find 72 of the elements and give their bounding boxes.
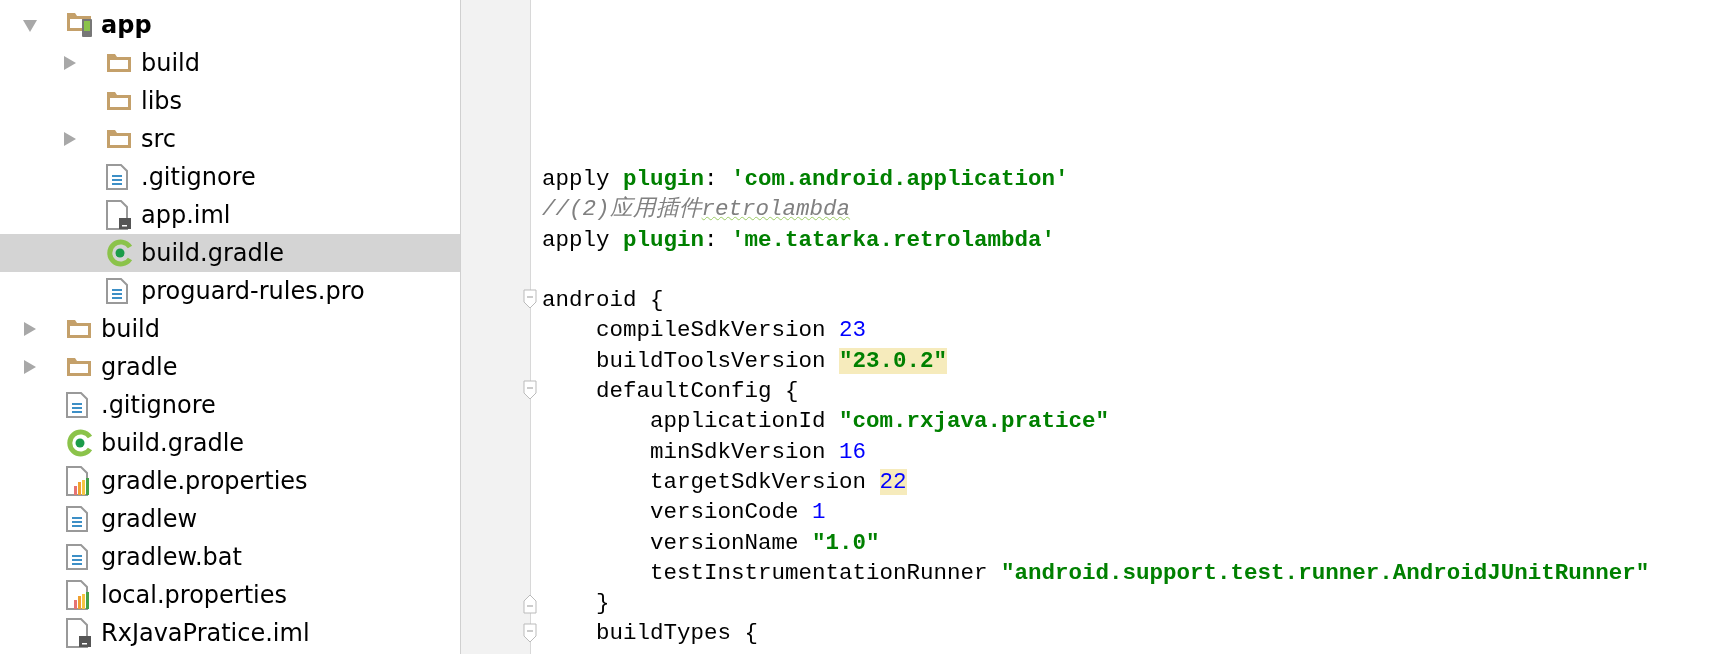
text-file-icon — [106, 278, 128, 304]
tree-item[interactable]: .gitignore — [0, 386, 460, 424]
tree-item-label: src — [141, 124, 177, 155]
tree-item-label: local.properties — [101, 580, 288, 611]
tree-item[interactable]: build.gradle — [0, 234, 460, 272]
text-file-icon — [66, 392, 88, 418]
module-file-icon — [66, 618, 92, 648]
tree-item-label: build.gradle — [141, 238, 285, 269]
fold-marker-icon[interactable] — [523, 622, 537, 645]
expand-right-icon[interactable] — [62, 55, 78, 71]
folder-icon — [66, 357, 92, 377]
code-line: buildTypes { — [595, 619, 760, 649]
folder-icon — [106, 53, 132, 73]
tree-item-label: build — [141, 48, 200, 79]
folder-icon — [106, 91, 132, 111]
tree-item-label: proguard-rules.pro — [141, 276, 365, 307]
tree-item-label: app — [101, 10, 152, 41]
code-line: applicationId "com.rxjava.pratice" — [649, 407, 1111, 437]
tree-item[interactable]: gradlew.bat — [0, 538, 460, 576]
text-file-icon — [66, 506, 88, 532]
tree-item[interactable]: RxJavaPratice.iml — [0, 614, 460, 652]
tree-item[interactable]: build.gradle — [0, 424, 460, 462]
tree-item[interactable]: .gitignore — [0, 158, 460, 196]
tree-item-label: gradle — [101, 352, 178, 383]
code-line: minSdkVersion 16 — [649, 437, 868, 467]
tree-item[interactable]: proguard-rules.pro — [0, 272, 460, 310]
tree-item[interactable]: app — [0, 6, 460, 44]
code-line: testInstrumentationRunner "android.support.test.runner.AndroidJUnitRunner" — [649, 558, 1651, 588]
tree-item-label: gradlew.bat — [101, 542, 242, 573]
fold-end-icon[interactable] — [523, 592, 537, 615]
module-file-icon — [106, 200, 132, 230]
tree-item[interactable]: local.properties — [0, 576, 460, 614]
code-line: compileSdkVersion 23 — [595, 316, 868, 346]
properties-file-icon — [66, 466, 92, 496]
tree-item[interactable]: libs — [0, 82, 460, 120]
tree-item-label: gradlew — [101, 504, 198, 535]
expand-down-icon[interactable] — [22, 17, 38, 33]
tree-item-label: build — [101, 314, 160, 345]
gradle-file-icon — [66, 429, 94, 457]
gradle-file-icon — [106, 239, 134, 267]
tree-item-label: build.gradle — [101, 428, 245, 459]
code-line: buildToolsVersion "23.0.2" — [595, 346, 949, 376]
tree-item-label: RxJavaPratice.iml — [101, 618, 310, 649]
tree-item[interactable]: src — [0, 120, 460, 158]
text-file-icon — [66, 544, 88, 570]
code-line: apply plugin: 'com.android.application' — [542, 165, 1070, 194]
tree-item[interactable]: gradle.properties — [0, 462, 460, 500]
code-line: } — [595, 589, 611, 619]
tree-item-label: app.iml — [141, 200, 231, 231]
tree-item-label: gradle.properties — [101, 466, 308, 497]
tree-item[interactable]: gradlew — [0, 500, 460, 538]
tree-item[interactable]: build — [0, 310, 460, 348]
tree-item[interactable]: build — [0, 44, 460, 82]
code-line: apply plugin: 'me.tatarka.retrolambda' — [542, 225, 1057, 255]
expand-right-icon[interactable] — [22, 359, 38, 375]
tree-item[interactable]: gradle — [0, 348, 460, 386]
code-line: //(2)应用插件retrolambda — [542, 195, 852, 225]
code-line: versionCode 1 — [649, 498, 827, 528]
expand-right-icon[interactable] — [62, 131, 78, 147]
folder-icon — [66, 319, 92, 339]
text-file-icon — [106, 164, 128, 190]
expand-right-icon[interactable] — [22, 321, 38, 337]
code-line: android { — [542, 286, 665, 316]
tree-item-label: libs — [141, 86, 183, 117]
code-line: defaultConfig { — [595, 377, 800, 407]
tree-item-label: .gitignore — [141, 162, 256, 193]
tree-item-label: .gitignore — [101, 390, 216, 421]
code-line: versionName "1.0" — [649, 528, 881, 558]
folder-icon — [106, 129, 132, 149]
code-line: targetSdkVersion 22 — [649, 467, 908, 497]
properties-file-icon — [66, 580, 92, 610]
tree-item[interactable]: app.iml — [0, 196, 460, 234]
